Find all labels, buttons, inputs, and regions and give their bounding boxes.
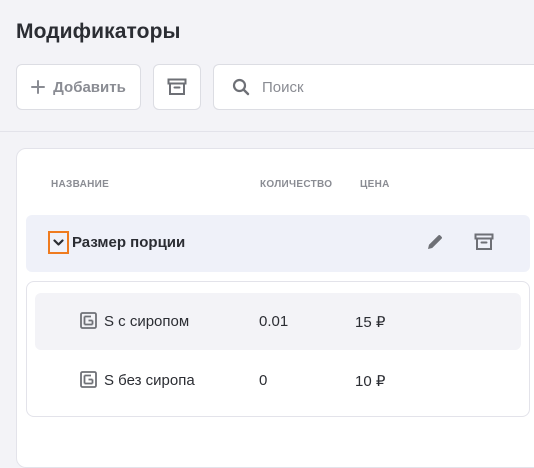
modifier-item-quantity: 0: [259, 372, 268, 389]
expand-toggle-button[interactable]: [48, 231, 69, 254]
pencil-icon: [426, 233, 444, 251]
page-title: Модификаторы: [16, 20, 181, 43]
modifier-item-price: 15 ₽: [355, 314, 386, 331]
archive-button[interactable]: [153, 64, 201, 110]
add-button-label: Добавить: [53, 78, 126, 96]
search-icon: [232, 78, 250, 96]
search-input[interactable]: [262, 78, 502, 96]
chevron-down-icon: [53, 238, 64, 247]
plus-icon: [31, 80, 46, 94]
toolbar-divider: [0, 131, 534, 132]
search-box: [213, 64, 534, 110]
add-button[interactable]: Добавить: [16, 64, 141, 110]
modifier-item-icon: [80, 371, 97, 393]
modifier-group-name: Размер порции: [72, 234, 186, 251]
edit-group-button[interactable]: [426, 233, 444, 251]
column-header-name: НАЗВАНИЕ: [51, 179, 110, 190]
modifier-item-price: 10 ₽: [355, 373, 386, 390]
column-header-quantity: КОЛИЧЕСТВО: [260, 179, 333, 190]
column-header-price: ЦЕНА: [360, 179, 390, 190]
archive-icon: [167, 78, 187, 96]
modifier-item-name: S с сиропом: [104, 313, 190, 330]
modifier-item-quantity: 0.01: [259, 313, 289, 330]
archive-group-button[interactable]: [474, 233, 494, 251]
modifier-item-name: S без сиропа: [104, 372, 195, 389]
archive-icon: [474, 233, 494, 251]
modifier-item-icon: [80, 312, 97, 334]
